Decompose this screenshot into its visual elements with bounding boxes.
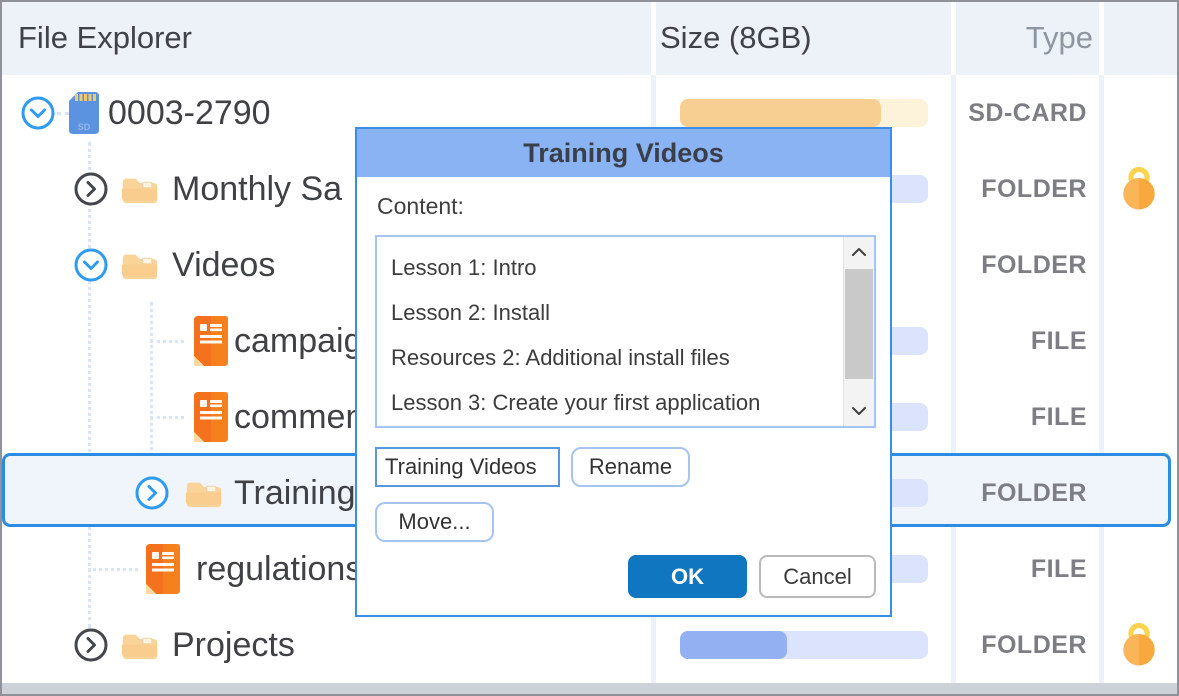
chevron-right-icon[interactable]	[74, 628, 108, 662]
column-divider	[951, 0, 956, 75]
content-listbox[interactable]: Lesson 1: Intro Lesson 2: Install Resour…	[375, 235, 876, 428]
size-bar	[680, 99, 928, 127]
tree-item-label: regulations.	[196, 531, 372, 607]
scroll-up-button[interactable]	[844, 237, 874, 267]
type-cell: SD-CARD	[955, 75, 1087, 151]
document-icon	[188, 392, 228, 442]
size-bar-fill	[680, 99, 881, 127]
move-button[interactable]: Move...	[375, 502, 494, 542]
size-bar-fill	[680, 631, 787, 659]
column-divider	[1099, 0, 1104, 75]
lock-icon	[1121, 621, 1159, 669]
size-bar	[680, 631, 928, 659]
bottom-edge-strip	[0, 683, 1179, 696]
list-item[interactable]: Lesson 1: Intro	[391, 245, 874, 290]
scroll-down-button[interactable]	[844, 396, 874, 426]
chevron-right-icon[interactable]	[74, 172, 108, 206]
chevron-down-icon[interactable]	[74, 248, 108, 282]
type-cell: FOLDER	[955, 455, 1087, 531]
tree-item-label: commen	[234, 379, 364, 455]
ok-button[interactable]: OK	[628, 555, 747, 598]
column-header-type: Type	[955, 0, 1093, 75]
list-item[interactable]: Resources 2: Additional install files	[391, 335, 874, 380]
document-icon	[140, 544, 180, 594]
tree-item-label: Training	[234, 455, 356, 531]
type-cell: FOLDER	[955, 607, 1087, 683]
column-header-name: File Explorer	[18, 0, 192, 75]
content-label: Content:	[377, 193, 464, 220]
folder-icon	[185, 478, 223, 509]
tree-item-label: campaig	[234, 303, 363, 379]
cancel-button[interactable]: Cancel	[759, 555, 876, 598]
tree-item-label: Videos	[172, 227, 275, 303]
lock-icon	[1121, 165, 1159, 213]
scrollbar[interactable]	[843, 237, 874, 426]
type-cell: FILE	[955, 379, 1087, 455]
type-cell: FILE	[955, 303, 1087, 379]
sd-card-icon	[69, 92, 99, 134]
list-item[interactable]: Lesson 2: Install	[391, 290, 874, 335]
chevron-down-icon[interactable]	[21, 96, 55, 130]
folder-name-input[interactable]	[375, 447, 560, 487]
training-videos-dialog: Training Videos Content: Lesson 1: Intro…	[355, 127, 892, 617]
folder-icon	[121, 630, 159, 661]
rename-button[interactable]: Rename	[571, 447, 690, 487]
tree-item-label: Monthly Sa	[172, 151, 342, 227]
column-header-size: Size (8GB)	[660, 0, 812, 75]
chevron-right-icon[interactable]	[135, 476, 169, 510]
scrollbar-thumb[interactable]	[845, 269, 873, 379]
list-item[interactable]: Lesson 3: Create your first application	[391, 380, 874, 425]
content-list: Lesson 1: Intro Lesson 2: Install Resour…	[377, 237, 874, 425]
dialog-title: Training Videos	[357, 129, 890, 177]
column-divider	[651, 0, 656, 75]
tree-row-projects[interactable]: Projects FOLDER	[0, 607, 1179, 683]
type-cell: FOLDER	[955, 227, 1087, 303]
tree-item-label: 0003-2790	[108, 75, 271, 151]
tree-item-label: Projects	[172, 607, 295, 683]
document-icon	[188, 316, 228, 366]
table-header: File Explorer Size (8GB) Type	[0, 0, 1179, 75]
file-explorer-app: File Explorer Size (8GB) Type 0003-2790 …	[0, 0, 1179, 696]
folder-icon	[121, 250, 159, 281]
type-cell: FOLDER	[955, 151, 1087, 227]
type-cell: FILE	[955, 531, 1087, 607]
folder-icon	[121, 174, 159, 205]
